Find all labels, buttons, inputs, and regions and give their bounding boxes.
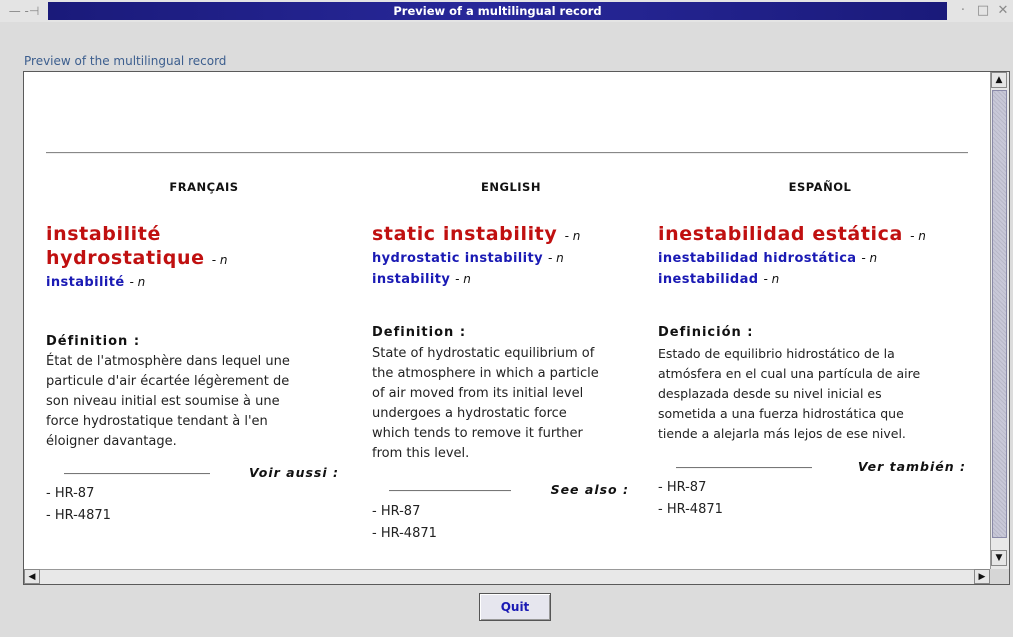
part-of-speech: - n bbox=[547, 251, 564, 265]
main-term-fr: instabilité hydrostatique - n bbox=[46, 222, 346, 272]
part-of-speech: - n bbox=[910, 229, 926, 243]
part-of-speech: - n bbox=[564, 229, 581, 243]
main-term-line: hydrostatique bbox=[46, 247, 205, 269]
window-menu-icon[interactable]: — -⊣ bbox=[2, 2, 46, 20]
definition-line: sometida a una fuerza hidrostática que bbox=[658, 406, 904, 421]
part-of-speech: - n bbox=[763, 272, 780, 286]
top-divider bbox=[46, 152, 968, 154]
record-preview-pane: FRANÇAIS instabilité hydrostatique - n i… bbox=[23, 71, 1010, 585]
definition-text-es: Estado de equilibrio hidrostático de la … bbox=[658, 344, 978, 444]
synonym-es: inestabilidad - n bbox=[658, 269, 978, 290]
synonym-term: inestabilidad bbox=[658, 272, 759, 287]
see-also-fr: Voir aussi : bbox=[64, 465, 339, 483]
scroll-corner bbox=[990, 569, 1009, 584]
synonym-es: inestabilidad hidrostática - n bbox=[658, 248, 978, 269]
term-block-fr: instabilité hydrostatique - n instabilit… bbox=[46, 222, 346, 293]
see-also-label: Voir aussi : bbox=[248, 465, 339, 480]
main-term-line: inestabilidad estática bbox=[658, 223, 903, 245]
definition-line: State of hydrostatic equilibrium of bbox=[372, 346, 595, 361]
definition-line: éloigner davantage. bbox=[46, 434, 177, 449]
part-of-speech: - n bbox=[455, 272, 471, 286]
part-of-speech: - n bbox=[129, 275, 146, 289]
synonym-en: hydrostatic instability - n bbox=[372, 248, 652, 269]
definition-line: particule d'air écartée légèrement de bbox=[46, 374, 290, 389]
record-content: FRANÇAIS instabilité hydrostatique - n i… bbox=[24, 72, 990, 569]
main-term-es: inestabilidad estática - n bbox=[658, 222, 978, 248]
reference-link[interactable]: - HR-87 bbox=[46, 486, 94, 501]
maximize-icon[interactable]: □ bbox=[975, 3, 991, 19]
see-also-es: Ver también : bbox=[676, 459, 966, 477]
definition-line: of air moved from its initial level bbox=[372, 386, 584, 401]
reference-link[interactable]: - HR-4871 bbox=[658, 502, 723, 517]
term-block-en: static instability - n hydrostatic insta… bbox=[372, 222, 652, 290]
synonym-term: instabilité bbox=[46, 275, 125, 290]
definition-line: tiende a alejarla más lejos de ese nivel… bbox=[658, 426, 906, 441]
synonym-term: instability bbox=[372, 272, 451, 287]
minimize-icon[interactable]: · bbox=[955, 3, 971, 19]
definition-heading-fr: Définition : bbox=[46, 334, 141, 349]
definition-line: État de l'atmosphère dans lequel une bbox=[46, 354, 290, 369]
scroll-down-icon[interactable]: ▼ bbox=[991, 550, 1007, 566]
language-heading-es: ESPAÑOL bbox=[788, 180, 852, 194]
reference-link[interactable]: - HR-87 bbox=[372, 504, 420, 519]
scroll-up-icon[interactable]: ▲ bbox=[991, 72, 1007, 88]
vertical-scrollbar[interactable]: ▲ ▼ bbox=[990, 72, 1009, 569]
definition-text-fr: État de l'atmosphère dans lequel une par… bbox=[46, 352, 346, 452]
see-also-label: See also : bbox=[550, 482, 629, 497]
scroll-left-icon[interactable]: ◀ bbox=[24, 569, 40, 584]
definition-line: son niveau initial est soumise à une bbox=[46, 394, 280, 409]
language-heading-fr: FRANÇAIS bbox=[169, 180, 239, 194]
see-also-divider bbox=[64, 473, 210, 475]
language-heading-en: ENGLISH bbox=[481, 180, 541, 194]
see-also-en: See also : bbox=[389, 482, 629, 500]
panel-label: Preview of the multilingual record bbox=[24, 54, 227, 68]
definition-line: Estado de equilibrio hidrostático de la bbox=[658, 346, 895, 361]
main-term-en: static instability - n bbox=[372, 222, 652, 248]
synonym-term: inestabilidad hidrostática bbox=[658, 251, 857, 266]
main-term-line: static instability bbox=[372, 223, 558, 245]
synonym-fr: instabilité - n bbox=[46, 272, 346, 293]
reference-link[interactable]: - HR-4871 bbox=[372, 526, 437, 541]
window-title-bar[interactable]: — -⊣ Preview of a multilingual record · … bbox=[0, 0, 1013, 22]
part-of-speech: - n bbox=[211, 253, 228, 267]
see-also-label: Ver también : bbox=[857, 459, 966, 474]
vertical-scroll-thumb[interactable] bbox=[992, 90, 1007, 538]
definition-line: desplazada desde su nivel inicial es bbox=[658, 386, 882, 401]
definition-heading-es: Definición : bbox=[658, 325, 754, 340]
synonym-en: instability - n bbox=[372, 269, 652, 290]
term-block-es: inestabilidad estática - n inestabilidad… bbox=[658, 222, 978, 290]
close-icon[interactable]: ✕ bbox=[995, 3, 1011, 19]
see-also-divider bbox=[676, 467, 812, 469]
definition-heading-en: Definition : bbox=[372, 325, 467, 340]
quit-button[interactable]: Quit bbox=[479, 593, 551, 621]
definition-line: from this level. bbox=[372, 446, 470, 461]
scroll-right-icon[interactable]: ▶ bbox=[974, 569, 990, 584]
part-of-speech: - n bbox=[861, 251, 878, 265]
see-also-divider bbox=[389, 490, 511, 492]
reference-link[interactable]: - HR-87 bbox=[658, 480, 706, 495]
definition-line: undergoes a hydrostatic force bbox=[372, 406, 567, 421]
definition-line: the atmosphere in which a particle bbox=[372, 366, 599, 381]
main-term-line: instabilité bbox=[46, 223, 161, 245]
reference-link[interactable]: - HR-4871 bbox=[46, 508, 111, 523]
definition-line: atmósfera en el cual una partícula de ai… bbox=[658, 366, 921, 381]
definition-line: force hydrostatique tendant à l'en bbox=[46, 414, 268, 429]
horizontal-scrollbar[interactable]: ◀ ▶ bbox=[24, 569, 990, 584]
window-title: Preview of a multilingual record bbox=[48, 2, 947, 20]
definition-text-en: State of hydrostatic equilibrium of the … bbox=[372, 344, 652, 464]
definition-line: which tends to remove it further bbox=[372, 426, 583, 441]
synonym-term: hydrostatic instability bbox=[372, 251, 544, 266]
